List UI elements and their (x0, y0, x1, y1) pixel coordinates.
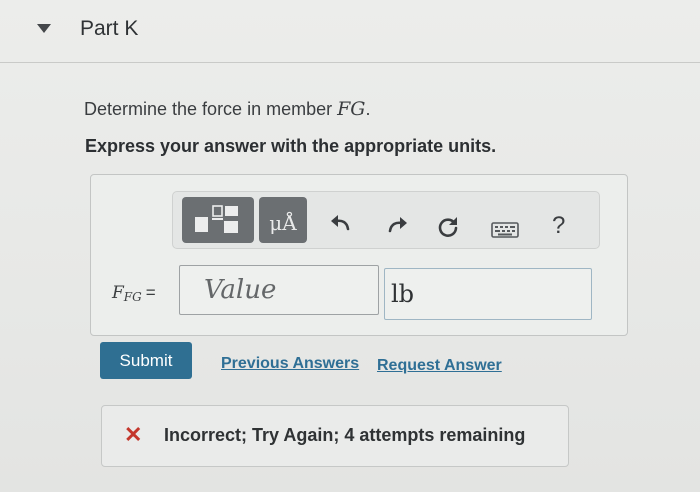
value-input[interactable]: Value (179, 265, 379, 315)
reset-icon[interactable] (436, 215, 460, 239)
question-prefix: Determine the force in member (84, 99, 338, 119)
answer-label-main: F (112, 283, 124, 303)
question-suffix: . (365, 99, 371, 119)
question-text: Determine the force in member FG. (84, 98, 371, 120)
member-variable: FG (337, 98, 366, 120)
keyboard-icon[interactable] (491, 222, 519, 238)
answer-label-subscript: FG (123, 290, 142, 304)
part-header: Part K (0, 0, 700, 63)
request-answer-link[interactable]: Request Answer (377, 357, 502, 375)
redo-icon[interactable] (386, 216, 408, 234)
incorrect-x-icon: ✕ (124, 422, 143, 447)
value-placeholder: Value (204, 275, 277, 305)
units-label: μÅ (269, 211, 297, 235)
part-title: Part K (80, 17, 139, 40)
templates-icon (195, 205, 238, 233)
help-button[interactable]: ? (552, 212, 565, 240)
undo-icon[interactable] (330, 214, 352, 232)
unit-value: lb (391, 280, 415, 308)
unit-input[interactable]: lb (384, 268, 592, 320)
answer-label: FFG = (112, 283, 156, 304)
instruction-text: Express your answer with the appropriate… (85, 136, 497, 156)
feedback-message: Incorrect; Try Again; 4 attempts remaini… (164, 425, 526, 445)
submit-button[interactable]: Submit (100, 342, 192, 379)
previous-answers-link[interactable]: Previous Answers (221, 355, 359, 373)
feedback-box: ✕ Incorrect; Try Again; 4 attempts remai… (101, 405, 569, 467)
page: Part K Determine the force in member FG.… (0, 0, 700, 492)
collapse-triangle-icon[interactable] (37, 24, 51, 33)
units-button[interactable]: μÅ (259, 197, 307, 243)
templates-button[interactable] (182, 197, 254, 243)
equals-sign: = (145, 283, 156, 302)
